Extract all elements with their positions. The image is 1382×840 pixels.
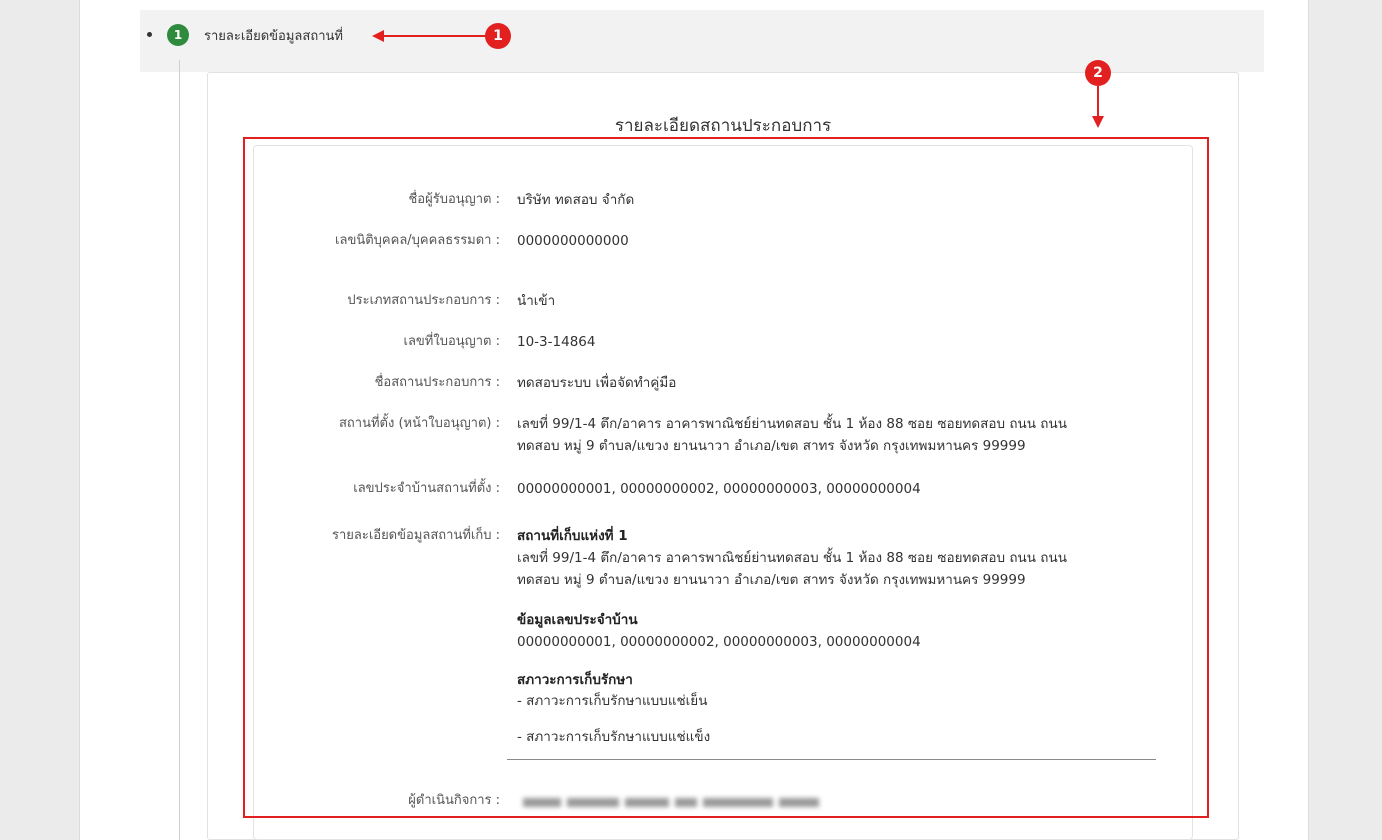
tree-connector-line — [179, 60, 180, 840]
annotation-arrow-2 — [1097, 86, 1099, 116]
step-number-badge: 1 — [167, 24, 189, 46]
arrow-left-icon — [372, 30, 384, 42]
arrow-down-icon — [1092, 116, 1104, 128]
annotation-badge-1: 1 — [485, 23, 511, 49]
annotation-badge-2: 2 — [1085, 60, 1111, 86]
highlight-box — [243, 137, 1209, 818]
bullet-icon — [147, 32, 152, 37]
section-title[interactable]: รายละเอียดข้อมูลสถานที่ — [204, 25, 343, 46]
annotation-arrow-1 — [380, 35, 490, 37]
right-gutter — [1308, 0, 1382, 840]
card-title: รายละเอียดสถานประกอบการ — [614, 116, 832, 136]
